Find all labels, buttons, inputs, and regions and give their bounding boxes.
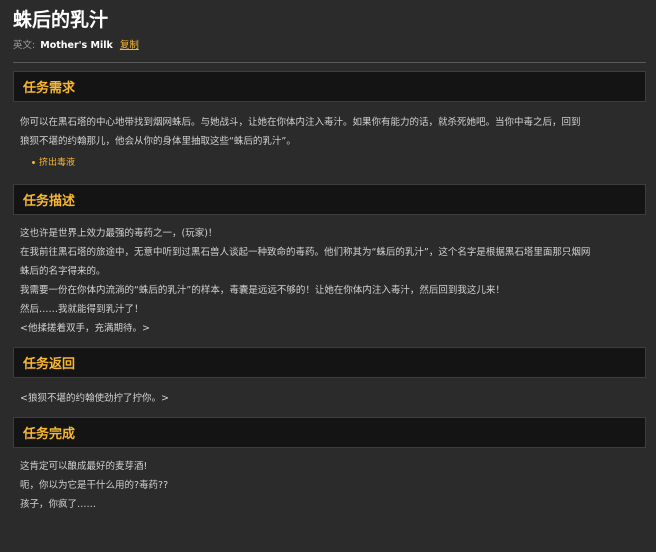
section-title: 任务描述: [23, 194, 76, 209]
section-requirement: 任务需求 你可以在黑石塔的中心地带找到烟网蛛后。与她战斗，让她在你体内注入毒汁。…: [13, 71, 646, 170]
english-label: 英文:: [13, 40, 36, 51]
objective-list: 挤出毒液: [20, 156, 646, 170]
section-title: 任务需求: [23, 81, 76, 96]
section-title: 任务返回: [23, 357, 76, 372]
body-line: 蛛后的名字得来的。: [20, 266, 106, 277]
objective-item: 挤出毒液: [32, 156, 646, 170]
body-line: 这也许是世界上效力最强的毒药之一，(玩家)！: [20, 228, 218, 239]
english-name-row: 英文: Mother's Milk 复制: [13, 39, 646, 53]
quest-page: 蛛后的乳汁 英文: Mother's Milk 复制 任务需求 你可以在黑石塔的…: [0, 0, 656, 552]
page-title: 蛛后的乳汁: [13, 9, 109, 31]
body-line: <他揉搓着双手，充满期待。>: [20, 323, 150, 334]
section-title: 任务完成: [23, 427, 76, 442]
section-return: 任务返回 <狼狈不堪的约翰使劲拧了拧你。>: [13, 347, 646, 408]
body-line: 你可以在黑石塔的中心地带找到烟网蛛后。与她战斗，让她在你体内注入毒汁。如果你有能…: [20, 117, 581, 128]
body-line: 狼狈不堪的约翰那儿，他会从你的身体里抽取这些“蛛后的乳汁”。: [20, 136, 296, 147]
section-body-requirement: 你可以在黑石塔的中心地带找到烟网蛛后。与她战斗，让她在你体内注入毒汁。如果你有能…: [13, 102, 646, 170]
section-body-complete: 这肯定可以酿成最好的麦芽酒! 呃，你以为它是干什么用的?毒药?? 孩子，你疯了……: [13, 448, 646, 514]
body-line: 然后……我就能得到乳汁了！: [20, 304, 144, 315]
section-header-description: 任务描述: [13, 184, 646, 215]
body-line: 这肯定可以酿成最好的麦芽酒!: [20, 461, 148, 472]
body-line: 呃，你以为它是干什么用的?毒药??: [20, 480, 169, 491]
section-complete: 任务完成 这肯定可以酿成最好的麦芽酒! 呃，你以为它是干什么用的?毒药?? 孩子…: [13, 417, 646, 514]
copy-link[interactable]: 复制: [120, 40, 139, 51]
section-header-complete: 任务完成: [13, 417, 646, 448]
section-body-return: <狼狈不堪的约翰使劲拧了拧你。>: [13, 378, 646, 408]
section-header-requirement: 任务需求: [13, 71, 646, 102]
body-line: 在我前往黑石塔的旅途中，无意中听到过黑石兽人谈起一种致命的毒药。他们称其为“蛛后…: [20, 247, 591, 258]
title-divider: [13, 62, 646, 63]
section-description: 任务描述 这也许是世界上效力最强的毒药之一，(玩家)！ 在我前往黑石塔的旅途中，…: [13, 184, 646, 338]
section-header-return: 任务返回: [13, 347, 646, 378]
body-line: 我需要一份在你体内流淌的“蛛后的乳汁”的样本，毒囊是远远不够的！让她在你体内注入…: [20, 285, 505, 296]
section-body-description: 这也许是世界上效力最强的毒药之一，(玩家)！ 在我前往黑石塔的旅途中，无意中听到…: [13, 215, 646, 338]
body-line: <狼狈不堪的约翰使劲拧了拧你。>: [20, 393, 169, 404]
body-line: 孩子，你疯了……: [20, 499, 97, 510]
english-name: Mother's Milk: [40, 40, 113, 51]
